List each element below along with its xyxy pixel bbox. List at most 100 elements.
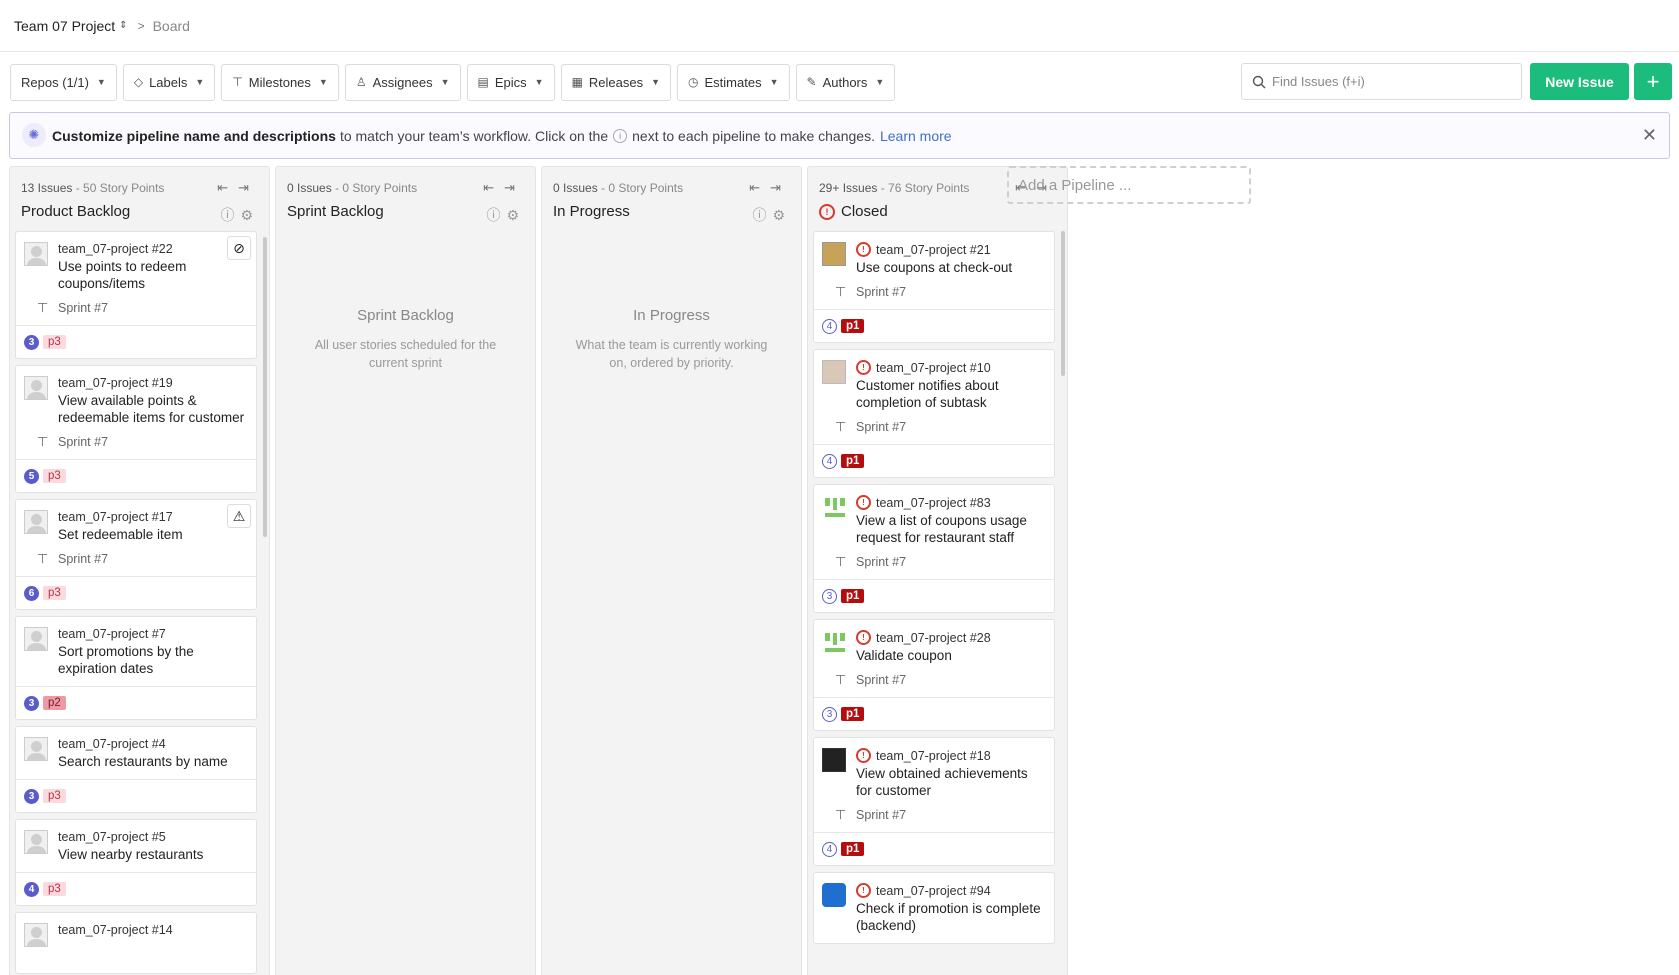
milestones-filter-label: Milestones: [248, 74, 311, 90]
issue-card[interactable]: team_07-project #14: [15, 912, 257, 974]
issue-card[interactable]: team_07-project #19 View available point…: [15, 365, 257, 493]
release-icon: ▦: [571, 75, 583, 89]
estimate-badge: 6: [24, 585, 39, 601]
warning-icon[interactable]: ⚠: [227, 504, 251, 528]
pipeline-header: 13 Issues - 50 Story Points Product Back…: [10, 167, 269, 231]
priority-label[interactable]: p3: [43, 469, 66, 483]
issue-card[interactable]: ! team_07-project #18 View obtained achie…: [813, 737, 1055, 866]
pencil-icon: ✎: [806, 75, 817, 89]
avatar: [24, 242, 48, 266]
issue-title: Check if promotion is complete (backend): [856, 901, 1041, 933]
minimize-icon[interactable]: ⇥: [504, 180, 525, 195]
milestone-icon: ⊤: [835, 672, 847, 687]
issue-card[interactable]: ! team_07-project #83 View a list of coup…: [813, 484, 1055, 613]
chevron-down-icon: ▼: [195, 77, 205, 87]
priority-label[interactable]: p1: [841, 707, 865, 721]
info-icon[interactable]: ⓘ: [220, 207, 240, 223]
minimize-icon[interactable]: ⇥: [238, 180, 259, 195]
gear-icon[interactable]: ⚙: [772, 207, 791, 223]
repos-filter-button[interactable]: Repos (1/1) ▼: [10, 63, 117, 101]
project-selector[interactable]: Team 07 Project: [14, 18, 115, 34]
issue-title: Set redeemable item: [58, 527, 183, 542]
info-icon[interactable]: ⓘ: [752, 207, 772, 223]
collapse-icon[interactable]: ⇤: [749, 180, 770, 195]
issue-card[interactable]: team_07-project #7 Sort promotions by th…: [15, 616, 257, 720]
search-input[interactable]: [1272, 74, 1512, 89]
collapse-icon[interactable]: ⇤: [217, 180, 238, 195]
chevron-down-icon: ▼: [318, 77, 328, 87]
gear-icon[interactable]: ⚙: [506, 207, 525, 223]
priority-label[interactable]: p1: [841, 454, 865, 468]
avatar: [822, 242, 846, 266]
priority-label[interactable]: p1: [841, 589, 865, 603]
estimate-badge: 3: [24, 334, 39, 350]
issue-card[interactable]: team_07-project #22 Use points to redeem…: [15, 231, 257, 359]
pipeline-header: 0 Issues - 0 Story Points Sprint Backlog…: [276, 167, 535, 231]
pipeline-issue-count: 0 Issues: [287, 181, 332, 195]
scrollbar[interactable]: [263, 237, 267, 537]
issue-ref: team_07-project #17: [58, 510, 173, 524]
milestone-icon: ⊤: [835, 807, 847, 822]
issue-title: View obtained achievements for customer: [856, 766, 1028, 798]
banner-text-1: to match your team’s workflow. Click on …: [339, 127, 609, 144]
collapse-icon[interactable]: ⇤: [483, 180, 504, 195]
labels-filter-button[interactable]: ◇ Labels ▼: [122, 63, 216, 101]
milestone-icon: ⊤: [835, 284, 847, 299]
priority-label[interactable]: p3: [43, 789, 66, 803]
learn-more-link[interactable]: Learn more: [880, 128, 952, 144]
issue-card[interactable]: team_07-project #17 Set redeemable item …: [15, 499, 257, 610]
card-list: team_07-project #22 Use points to redeem…: [15, 231, 257, 975]
issue-ref: team_07-project #83: [876, 495, 991, 510]
avatar: [24, 376, 48, 400]
issue-card[interactable]: ! team_07-project #21 Use coupons at chec…: [813, 231, 1055, 343]
releases-filter-button[interactable]: ▦ Releases ▼: [560, 63, 672, 101]
milestones-filter-button[interactable]: ⊤ Milestones ▼: [221, 63, 339, 101]
priority-label[interactable]: p3: [43, 335, 66, 349]
authors-filter-button[interactable]: ✎ Authors ▼: [795, 63, 896, 101]
issue-card[interactable]: ! team_07-project #28 Validate coupon ⊤ Sp…: [813, 619, 1055, 731]
epics-filter-label: Epics: [494, 74, 527, 90]
estimate-badge: 5: [24, 468, 39, 484]
empty-description: All user stories scheduled for the curre…: [314, 338, 497, 370]
issue-card[interactable]: ! team_07-project #10 Customer notifies a…: [813, 349, 1055, 478]
breadcrumb-board[interactable]: Board: [153, 18, 190, 34]
pipeline-story-points: - 76 Story Points: [880, 181, 970, 195]
priority-label[interactable]: p3: [43, 586, 66, 600]
issue-card[interactable]: team_07-project #5 View nearby restauran…: [15, 819, 257, 906]
info-icon[interactable]: ⓘ: [486, 207, 506, 223]
project-caret-icon[interactable]: ⇕: [119, 20, 127, 31]
epics-filter-button[interactable]: ▤ Epics ▼: [466, 63, 555, 101]
priority-label[interactable]: p3: [43, 882, 66, 896]
priority-label[interactable]: p2: [43, 696, 66, 710]
avatar: [822, 360, 846, 384]
new-issue-button[interactable]: New Issue: [1530, 63, 1629, 100]
close-icon[interactable]: ✕: [1642, 125, 1657, 146]
pipeline-closed: 29+ Issues - 76 Story Points ! Closed ⇤⇥ …: [807, 166, 1068, 975]
closed-icon: !: [856, 748, 871, 763]
pipeline-story-points: - 0 Story Points: [335, 181, 418, 195]
chevron-down-icon: ▼: [875, 77, 885, 87]
add-button[interactable]: +: [1634, 63, 1672, 100]
milestone-icon: ⊤: [37, 551, 49, 566]
avatar: [822, 630, 846, 654]
milestone-icon: ⊤: [37, 300, 49, 315]
priority-label[interactable]: p1: [841, 842, 865, 856]
gear-icon[interactable]: ⚙: [240, 207, 259, 223]
issue-ref: team_07-project #18: [876, 748, 991, 763]
priority-label[interactable]: p1: [841, 319, 865, 333]
blocked-icon[interactable]: ⊘: [227, 236, 251, 260]
closed-icon: !: [856, 630, 871, 645]
banner-text-2: next to each pipeline to make changes.: [632, 127, 875, 144]
issue-card[interactable]: team_07-project #4 Search restaurants by…: [15, 726, 257, 813]
pipeline-header: 0 Issues - 0 Story Points In Progress ⇤⇥…: [542, 167, 801, 231]
estimates-filter-button[interactable]: ◷ Estimates ▼: [677, 63, 790, 101]
issue-card[interactable]: ! team_07-project #94 Check if promotion …: [813, 872, 1055, 944]
pipeline-sprint-backlog: 0 Issues - 0 Story Points Sprint Backlog…: [275, 166, 536, 975]
estimate-icon: ◷: [688, 75, 699, 89]
assignees-filter-button[interactable]: ♙ Assignees ▼: [344, 63, 461, 101]
tag-icon: ◇: [133, 75, 144, 89]
minimize-icon[interactable]: ⇥: [770, 180, 791, 195]
add-pipeline-button[interactable]: Add a Pipeline ...: [1007, 166, 1251, 204]
scrollbar[interactable]: [1061, 231, 1065, 376]
search-box[interactable]: [1241, 63, 1522, 100]
